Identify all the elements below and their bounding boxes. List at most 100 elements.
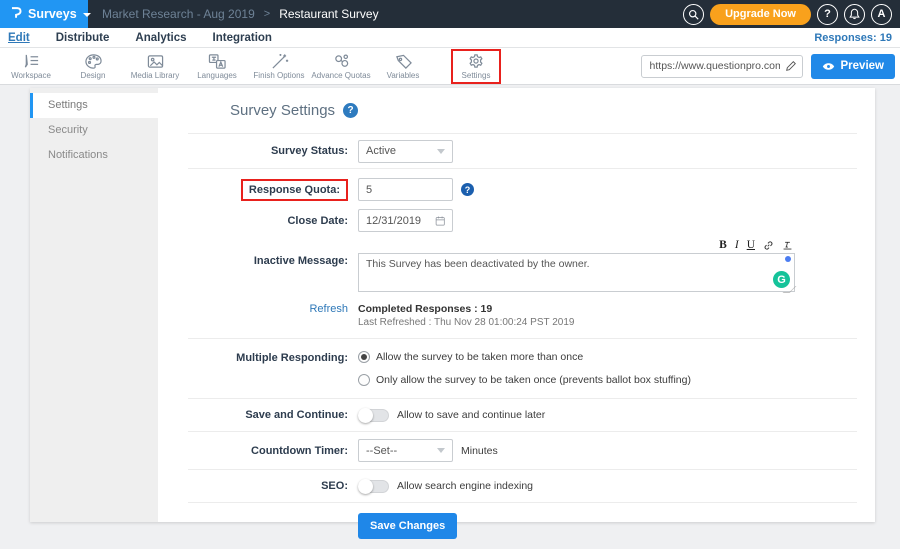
languages-icon <box>208 53 227 70</box>
radio-allow-multiple[interactable]: Allow the survey to be taken more than o… <box>358 351 691 363</box>
response-quota-input[interactable] <box>366 184 445 196</box>
clear-formatting-icon[interactable] <box>782 240 793 251</box>
avatar[interactable]: A <box>871 4 892 25</box>
toolbar-item-label: Advance Quotas <box>311 71 370 80</box>
survey-url-input[interactable] <box>641 55 803 78</box>
multiple-responding-row: Multiple Responding: Allow the survey to… <box>158 339 875 398</box>
chevron-down-icon <box>437 448 445 453</box>
survey-toolbar: Workspace Design Media Library Languages… <box>0 48 900 85</box>
radio-button[interactable] <box>358 374 370 386</box>
section-nav: Edit Distribute Analytics Integration Re… <box>0 28 900 48</box>
bell-icon <box>849 8 860 20</box>
close-date-label: Close Date: <box>158 215 348 227</box>
toolbar-item-languages[interactable]: Languages <box>186 50 248 83</box>
surveys-menu-label: Surveys <box>28 7 77 21</box>
countdown-timer-select[interactable]: --Set-- <box>358 439 453 462</box>
response-quota-field <box>358 178 453 201</box>
toolbar-item-finish-options[interactable]: Finish Options <box>248 50 310 83</box>
toolbar-item-label: Design <box>81 71 106 80</box>
save-changes-button[interactable]: Save Changes <box>358 513 457 539</box>
media-library-icon <box>146 53 165 70</box>
tab-integration[interactable]: Integration <box>213 32 272 44</box>
underline-button[interactable]: U <box>747 240 755 252</box>
response-quota-row: Response Quota: ? <box>158 169 875 205</box>
toolbar-item-label: Finish Options <box>253 71 304 80</box>
radio-button-checked[interactable] <box>358 351 370 363</box>
last-refreshed-text: Last Refreshed : Thu Nov 28 01:00:24 PST… <box>358 317 574 328</box>
response-quota-label: Response Quota: <box>241 179 348 201</box>
link-button[interactable] <box>763 240 774 251</box>
radio-label: Allow the survey to be taken more than o… <box>376 351 583 363</box>
variables-icon <box>394 53 413 70</box>
refresh-link[interactable]: Refresh <box>309 303 348 315</box>
seo-text: Allow search engine indexing <box>397 480 533 492</box>
search-button[interactable] <box>683 4 704 25</box>
breadcrumb-separator: > <box>264 8 270 20</box>
toolbar-item-media-library[interactable]: Media Library <box>124 50 186 83</box>
toolbar-item-label: Settings <box>462 71 491 80</box>
radio-allow-once[interactable]: Only allow the survey to be taken once (… <box>358 374 691 386</box>
sidebar-item-settings[interactable]: Settings <box>30 93 158 118</box>
toolbar-item-workspace[interactable]: Workspace <box>0 50 62 83</box>
radio-label: Only allow the survey to be taken once (… <box>376 374 691 386</box>
rich-text-toolbar: B I U <box>358 238 795 253</box>
help-button[interactable]: ? <box>817 4 838 25</box>
multiple-responding-label: Multiple Responding: <box>158 351 348 364</box>
refresh-row: Refresh Completed Responses : 19 Last Re… <box>158 295 875 338</box>
breadcrumb-parent[interactable]: Market Research - Aug 2019 <box>102 7 255 21</box>
grammarly-icon[interactable]: G <box>773 271 790 288</box>
settings-sidebar: Settings Security Notifications <box>30 88 158 522</box>
grammarly-status-dot <box>785 256 791 262</box>
seo-toggle[interactable] <box>358 480 389 493</box>
countdown-timer-label: Countdown Timer: <box>158 445 348 457</box>
inactive-message-label: Inactive Message: <box>158 238 348 267</box>
seo-label: SEO: <box>158 480 348 492</box>
tab-edit[interactable]: Edit <box>8 32 30 44</box>
notifications-button[interactable] <box>844 4 865 25</box>
inactive-message-textarea[interactable]: This Survey has been deactivated by the … <box>358 253 795 292</box>
questionpro-logo-icon <box>9 6 22 22</box>
surveys-menu[interactable]: Surveys <box>0 0 88 28</box>
toolbar-item-design[interactable]: Design <box>62 50 124 83</box>
save-continue-toggle[interactable] <box>358 409 389 422</box>
top-navbar: Surveys Market Research - Aug 2019 > Res… <box>0 0 900 28</box>
tab-analytics[interactable]: Analytics <box>135 32 186 44</box>
response-quota-help-icon[interactable]: ? <box>461 183 474 196</box>
survey-url-wrap <box>641 55 803 78</box>
sidebar-item-notifications[interactable]: Notifications <box>30 143 158 168</box>
preview-button-label: Preview <box>841 60 884 72</box>
design-icon <box>84 53 103 70</box>
eye-icon <box>822 62 835 71</box>
chevron-down-icon <box>437 149 445 154</box>
countdown-timer-value: --Set-- <box>366 445 397 457</box>
calendar-icon[interactable] <box>435 215 445 227</box>
toolbar-item-variables[interactable]: Variables <box>372 50 434 83</box>
upgrade-now-button[interactable]: Upgrade Now <box>710 4 811 25</box>
close-date-row: Close Date: <box>158 205 875 236</box>
survey-status-select[interactable]: Active <box>358 140 453 163</box>
italic-button[interactable]: I <box>735 240 739 252</box>
breadcrumb-current: Restaurant Survey <box>279 7 378 21</box>
advance-quotas-icon <box>332 53 351 70</box>
countdown-timer-row: Countdown Timer: --Set-- Minutes <box>158 432 875 469</box>
tab-distribute[interactable]: Distribute <box>56 32 110 44</box>
page-title: Survey Settings <box>230 102 335 119</box>
breadcrumb: Market Research - Aug 2019 > Restaurant … <box>102 7 379 21</box>
save-continue-text: Allow to save and continue later <box>397 409 545 421</box>
survey-settings-help-icon[interactable]: ? <box>343 103 358 118</box>
bold-button[interactable]: B <box>719 240 727 252</box>
toolbar-item-advance-quotas[interactable]: Advance Quotas <box>310 50 372 83</box>
survey-status-row: Survey Status: Active <box>158 134 875 168</box>
toolbar-item-label: Workspace <box>11 71 51 80</box>
close-date-input[interactable] <box>366 215 435 227</box>
edit-url-icon[interactable] <box>785 60 797 72</box>
finish-options-icon <box>270 53 289 70</box>
responses-count[interactable]: Responses: 19 <box>814 32 892 44</box>
preview-button[interactable]: Preview <box>811 54 895 79</box>
toolbar-item-settings[interactable]: Settings <box>452 50 500 83</box>
toolbar-right-group: Preview <box>641 54 900 79</box>
countdown-timer-suffix: Minutes <box>461 445 498 457</box>
search-icon <box>688 9 699 20</box>
sidebar-item-security[interactable]: Security <box>30 118 158 143</box>
seo-row: SEO: Allow search engine indexing <box>158 470 875 502</box>
